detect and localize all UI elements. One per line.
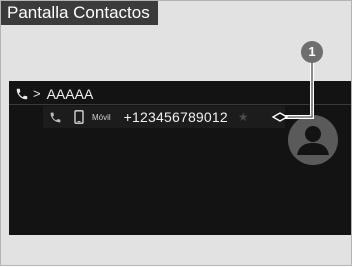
phone-number-item[interactable]: Móvil +123456789012 ★ — [43, 106, 285, 128]
phone-icon — [50, 112, 61, 122]
figure-frame: Pantalla Contactos > AAAAA Móvil +123456… — [0, 0, 352, 266]
contact-name-row[interactable]: > AAAAA — [9, 84, 351, 104]
person-avatar-icon — [288, 115, 338, 165]
chevron-icon: > — [33, 86, 41, 101]
mobile-phone-icon — [74, 110, 84, 124]
phone-type-label: Móvil — [92, 112, 111, 122]
contact-name: AAAAA — [46, 86, 94, 102]
phone-icon — [16, 88, 28, 100]
phone-number: +123456789012 — [123, 109, 228, 125]
figure-caption: Pantalla Contactos — [1, 1, 158, 25]
contacts-screen: > AAAAA Móvil +123456789012 ★ — [9, 81, 351, 235]
callout-marker: 1 — [301, 41, 323, 63]
row-divider — [9, 104, 351, 105]
star-icon[interactable]: ★ — [238, 110, 249, 124]
